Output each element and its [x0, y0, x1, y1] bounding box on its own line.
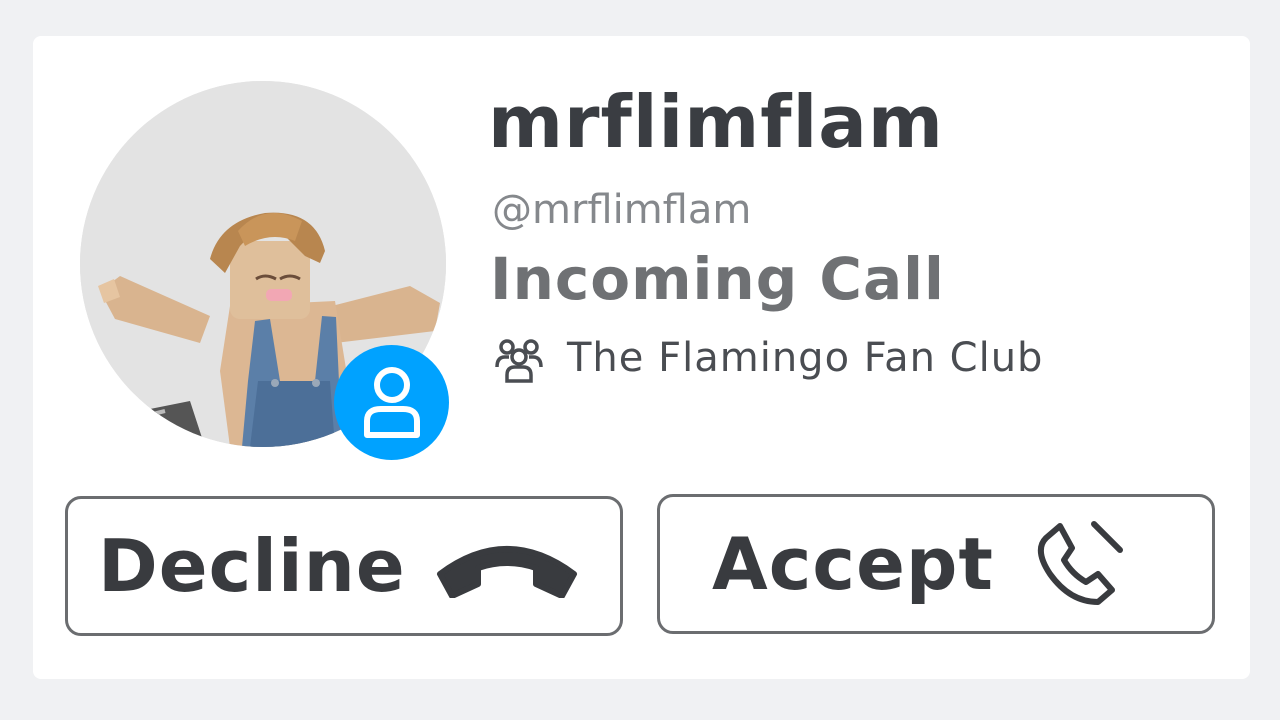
group-name[interactable]: The Flamingo Fan Club — [567, 338, 1043, 378]
phone-icon — [1037, 521, 1123, 605]
user-presence-icon — [363, 366, 420, 438]
caller-group: The Flamingo Fan Club — [493, 333, 1043, 383]
group-icon — [495, 339, 543, 383]
accept-button[interactable]: Accept — [657, 494, 1215, 634]
presence-badge — [334, 345, 449, 460]
accept-label: Accept — [712, 522, 994, 606]
decline-label: Decline — [98, 524, 406, 608]
decline-button[interactable]: Decline — [65, 496, 623, 636]
caller-display-name: mrflimflam — [488, 80, 944, 164]
caller-avatar-container — [80, 81, 449, 460]
call-status: Incoming Call — [490, 245, 945, 313]
caller-username: @mrflimflam — [492, 187, 752, 233]
phone-hangup-icon — [436, 546, 577, 598]
